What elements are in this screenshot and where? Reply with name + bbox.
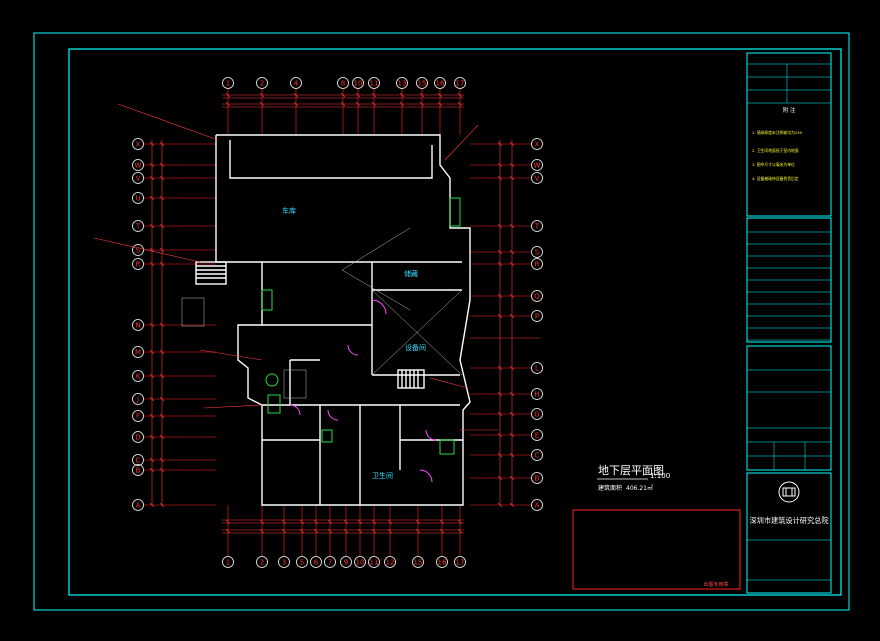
grid-bubble-label: 15 [414, 559, 423, 567]
cad-drawing-canvas: 1 2 4 8 10 11 13 15 16 171 2 3 5 6 7 9 10 11 12 15 16 17XWVUT… [0, 0, 880, 641]
grid-bubble-col-bottom: 11 [368, 556, 380, 568]
grid-bubble-label: 12 [386, 559, 395, 567]
grid-bubble-label: 11 [370, 80, 379, 88]
grid-bubble-label: 16 [438, 559, 447, 567]
room-label-bath: 卫生间 [372, 471, 393, 480]
institute-name: 深圳市建筑设计研究总院 [749, 516, 828, 525]
area-value: 406.21㎡ [626, 484, 653, 492]
grid-bubble-col-top: 15 [416, 77, 428, 89]
grid-bubble-label: T [534, 223, 540, 231]
grid-bubble-label: L [535, 365, 539, 373]
notes-heading: 附 注 [783, 106, 796, 114]
grid-bubble-col-top: 11 [368, 77, 380, 89]
grid-bubble-label: 3 [282, 559, 286, 567]
room-label-garage: 车库 [282, 206, 296, 215]
grid-bubble-label: A [136, 502, 141, 510]
grid-bubble-label: 1 [226, 559, 230, 567]
drawing-scale: 1:100 [650, 472, 670, 480]
grid-bubble-label: X [136, 141, 141, 149]
grid-bubble-label: 4 [294, 80, 299, 88]
grid-bubble-label: 2 [260, 559, 264, 567]
grid-bubble-col-bottom: 17 [454, 556, 466, 568]
grid-bubble-col-top: 13 [396, 77, 408, 89]
grid-bubble-label: P [535, 313, 539, 321]
grid-bubble-label: 7 [328, 559, 332, 567]
grid-bubble-label: D [135, 434, 140, 442]
grid-bubble-label: W [534, 162, 541, 170]
grid-bubble-label: V [136, 175, 141, 183]
grid-bubble-label: 16 [436, 80, 445, 88]
grid-bubble-label: E [535, 432, 539, 440]
note-1: 1. 墙体厚度未注明者均为240 [752, 130, 803, 135]
room-label-storage: 储藏 [404, 269, 418, 278]
room-label-equipment: 设备间 [405, 343, 426, 352]
grid-bubble-label: 17 [456, 559, 465, 567]
grid-bubble-label: 11 [370, 559, 379, 567]
grid-bubble-label: J [136, 396, 139, 404]
grid-bubble-label: B [136, 467, 141, 475]
grid-bubble-label: C [136, 457, 141, 465]
grid-bubble-label: M [135, 349, 141, 357]
grid-bubble-label: B [535, 475, 540, 483]
grid-bubble-label: S [535, 249, 540, 257]
note-2: 2. 卫生间地面低于室内地面 [752, 148, 799, 153]
grid-bubble-col-bottom: 12 [384, 556, 396, 568]
grid-bubble-col-top: 16 [434, 77, 446, 89]
grid-bubble-label: 2 [260, 80, 264, 88]
grid-bubble-label: A [535, 502, 540, 510]
grid-bubble-label: 1 [226, 80, 230, 88]
area-label: 建筑面积 [598, 484, 622, 492]
grid-bubble-label: T [135, 223, 141, 231]
grid-bubble-label: 10 [356, 559, 365, 567]
grid-bubble-label: 6 [314, 559, 319, 567]
grid-bubble-label: U [135, 195, 140, 203]
grid-bubble-col-bottom: 16 [436, 556, 448, 568]
grid-bubble-col-top: 10 [352, 77, 364, 89]
grid-bubble-label: 8 [341, 80, 345, 88]
grid-bubble-label: G [534, 411, 539, 419]
note-4: 4. 设备基础待设备到货后定 [752, 176, 799, 181]
grid-bubble-col-bottom: 10 [354, 556, 366, 568]
grid-bubble-label: F [136, 413, 140, 421]
grid-bubble-col-bottom: 15 [412, 556, 424, 568]
grid-bubble-label: Q [534, 293, 540, 301]
note-3: 3. 图中尺寸以毫米为单位 [752, 162, 795, 167]
grid-bubble-label: 15 [418, 80, 427, 88]
grid-bubble-label: K [136, 373, 141, 381]
grid-bubble-label: 13 [398, 80, 407, 88]
grid-bubble-label: H [534, 391, 539, 399]
grid-bubble-label: X [535, 141, 540, 149]
grid-bubble-col-top: 17 [454, 77, 466, 89]
grid-bubble-label: 9 [344, 559, 348, 567]
grid-bubble-label: 10 [354, 80, 363, 88]
grid-bubble-label: 5 [300, 559, 304, 567]
grid-bubble-label: V [535, 175, 540, 183]
grid-bubble-label: W [135, 162, 142, 170]
grid-bubble-label: R [136, 261, 141, 269]
grid-bubble-label: R [535, 261, 540, 269]
grid-bubble-label: 17 [456, 80, 465, 88]
grid-bubble-label: N [135, 322, 140, 330]
stamp-label: 出图专用章 [703, 581, 728, 588]
grid-bubble-label: C [535, 452, 540, 460]
